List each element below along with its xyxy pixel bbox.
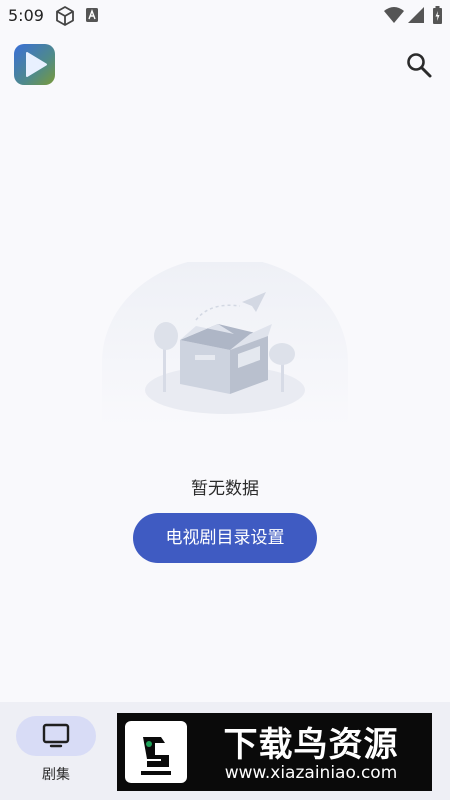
status-time: 5:09	[8, 6, 44, 25]
empty-box-illustration	[102, 262, 348, 427]
signal-icon	[408, 7, 424, 23]
bird-logo-icon	[125, 721, 187, 783]
watermark-url: www.xiazainiao.com	[224, 763, 398, 783]
nav-item-label: 剧集	[42, 767, 70, 783]
app-logo-icon	[14, 44, 55, 85]
tv-icon	[42, 723, 70, 748]
status-bar: 5:09	[0, 0, 450, 30]
wifi-icon	[384, 7, 404, 23]
app-screen: 5:09 暂无数据 电视剧目录设置 剧集 下载鸟资源 www.xiazainia…	[0, 0, 450, 800]
battery-icon	[433, 6, 442, 24]
watermark-banner: 下载鸟资源 www.xiazainiao.com	[117, 713, 432, 791]
watermark-title: 下载鸟资源	[223, 725, 399, 765]
a-notification-icon	[86, 8, 98, 22]
tv-directory-settings-button[interactable]: 电视剧目录设置	[133, 513, 317, 563]
nav-item-episodes[interactable]: 剧集	[16, 716, 96, 783]
search-button[interactable]	[404, 50, 434, 80]
empty-state-text: 暂无数据	[191, 479, 259, 499]
cube-icon	[56, 6, 74, 26]
